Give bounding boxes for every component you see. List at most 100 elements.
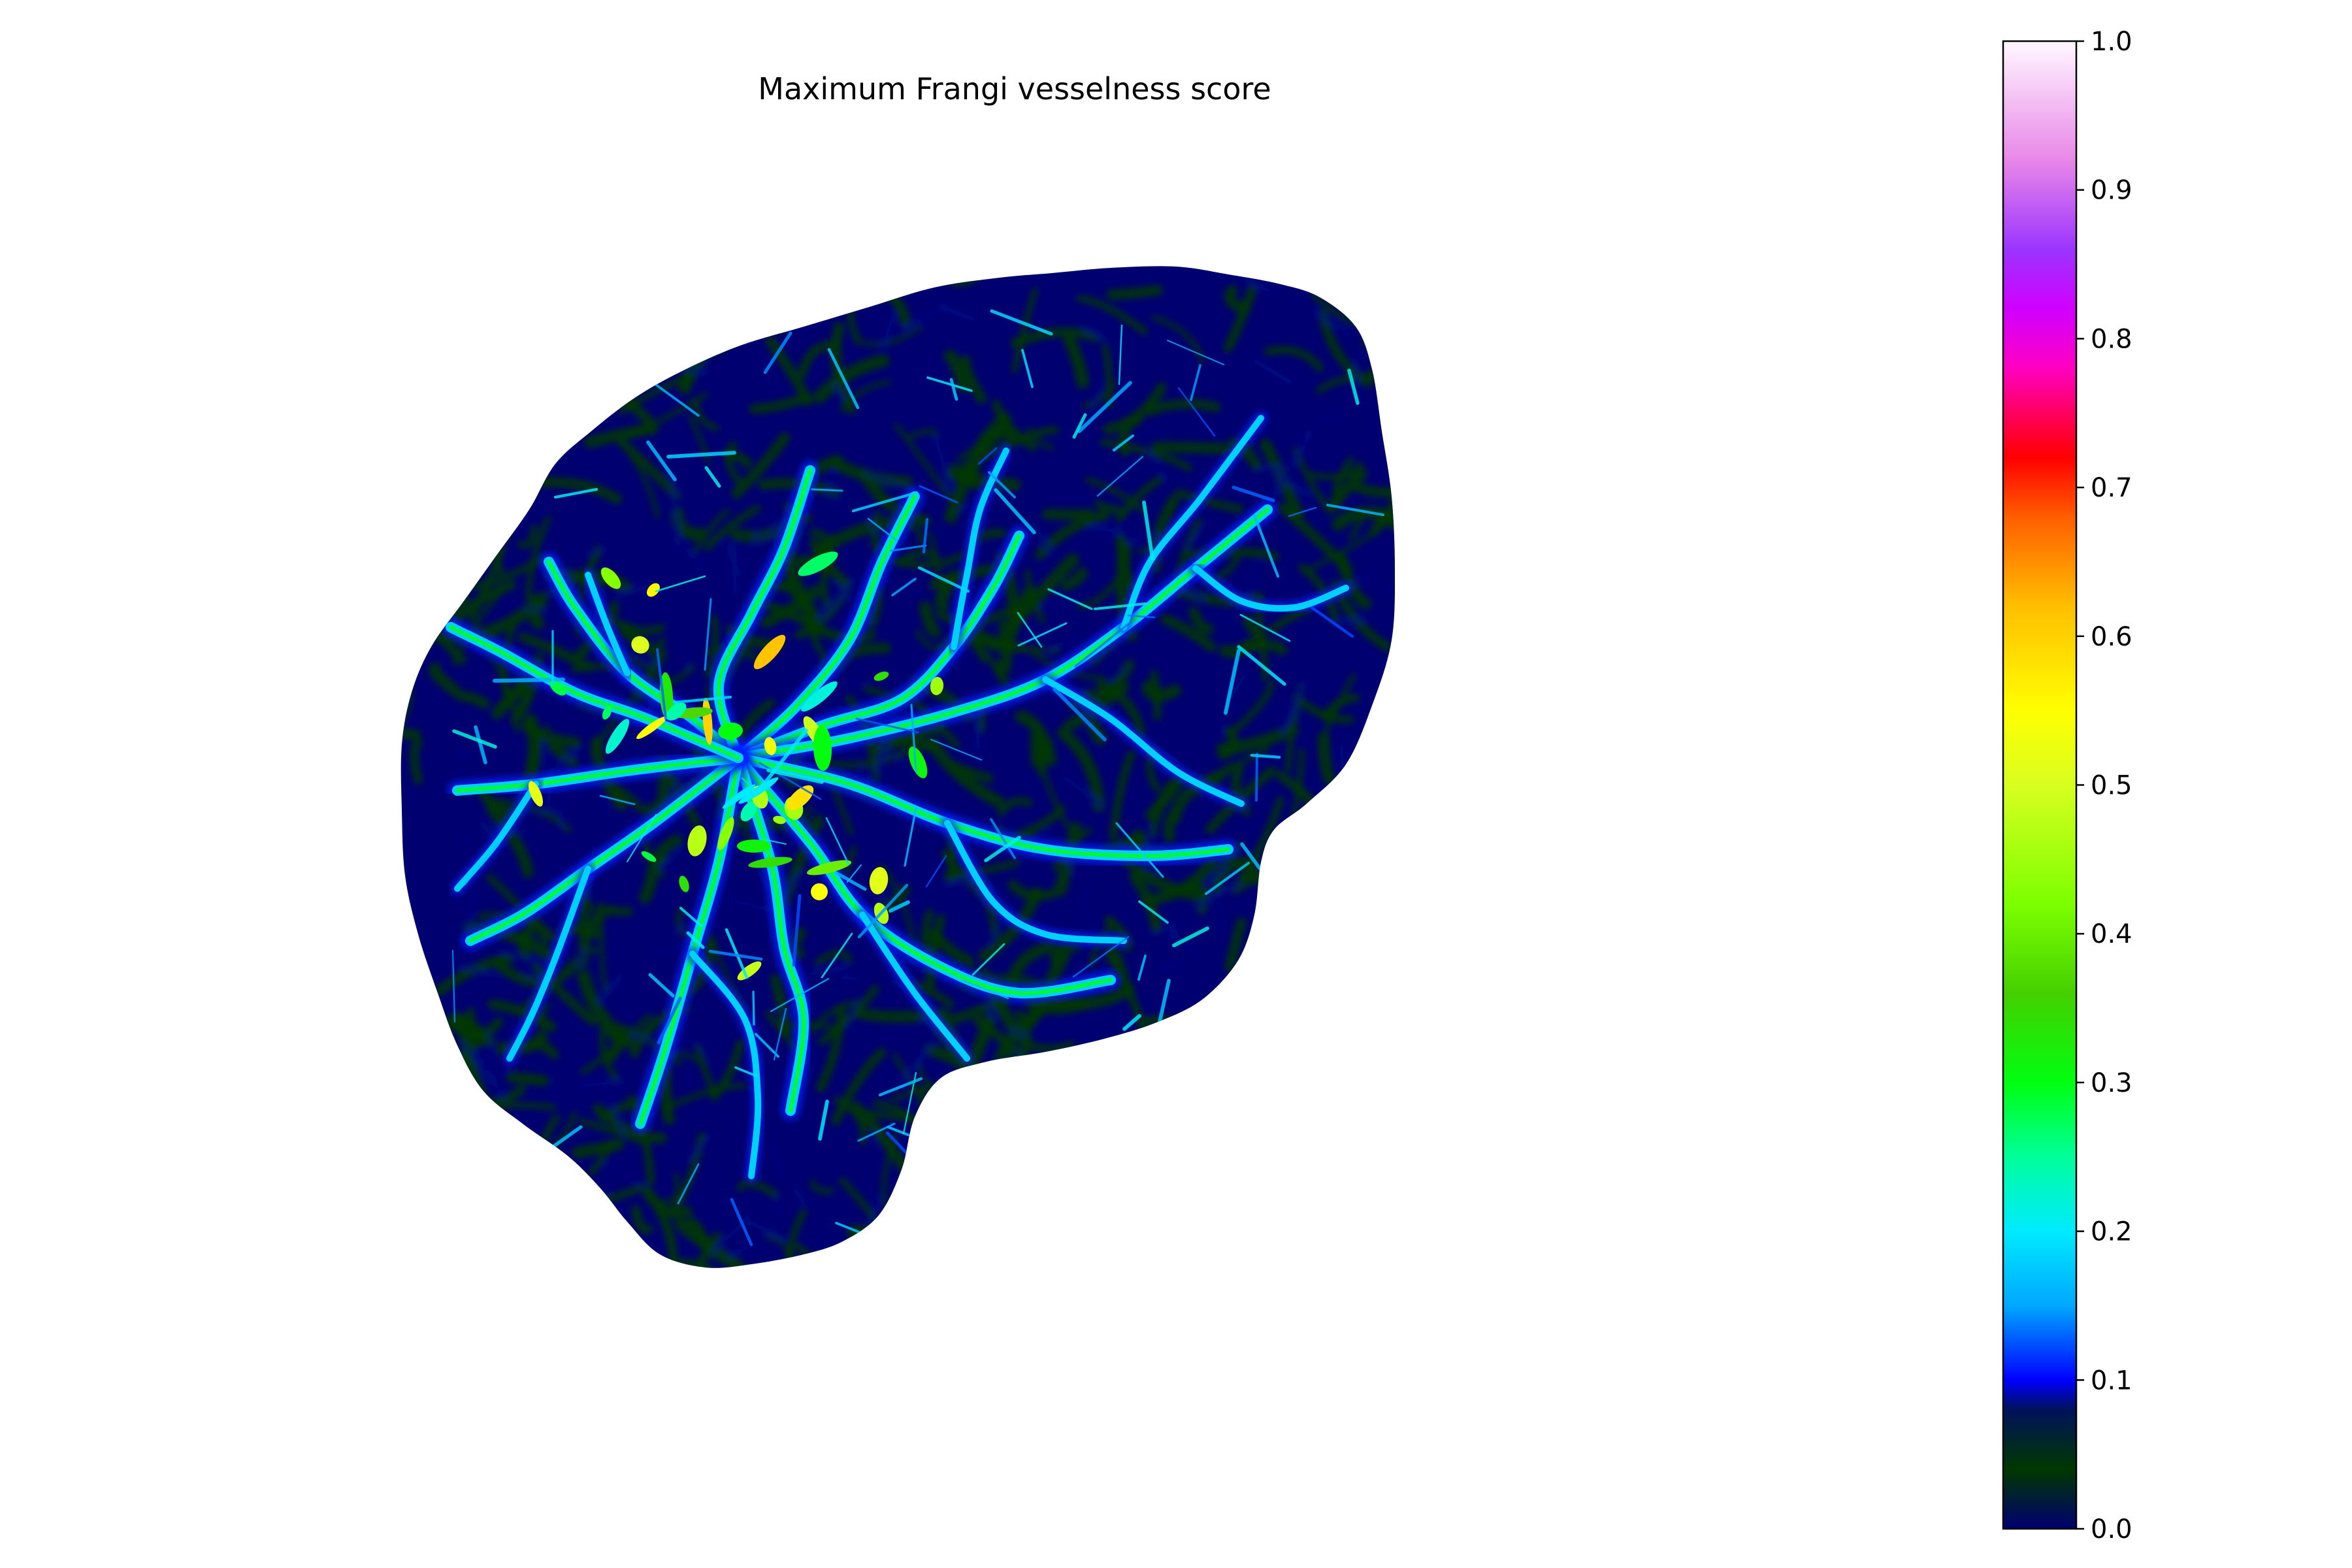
texture-streak <box>1287 948 1331 1022</box>
texture-fleck <box>919 1271 952 1289</box>
texture-streak <box>1142 1015 1200 1044</box>
colorbar-tick-label: 0.4 <box>2091 919 2132 949</box>
texture-streak <box>431 1193 450 1243</box>
capillary-streak <box>1250 753 1281 759</box>
texture-fleck <box>1284 1050 1312 1079</box>
texture-fleck <box>508 369 540 376</box>
texture-fleck <box>1216 900 1222 934</box>
texture-fleck <box>1343 1112 1366 1128</box>
texture-fleck <box>455 752 474 760</box>
texture-fleck <box>931 1180 953 1186</box>
texture-streak <box>1345 917 1392 983</box>
texture-streak <box>980 1206 1013 1231</box>
texture-streak <box>969 1085 1052 1109</box>
texture-streak <box>588 323 627 406</box>
texture-fleck <box>414 1166 424 1190</box>
capillary-streak <box>593 318 633 374</box>
capillary-streak <box>1255 753 1258 802</box>
texture-fleck <box>1031 1083 1081 1111</box>
capillary-streak <box>506 380 530 414</box>
texture-streak <box>1018 1119 1088 1183</box>
texture-streak <box>400 621 414 691</box>
texture-fleck <box>1248 991 1271 1004</box>
texture-fleck <box>1330 897 1341 933</box>
texture-fleck <box>1356 772 1396 810</box>
texture-streak <box>562 1252 576 1268</box>
texture-fleck <box>1116 1040 1125 1058</box>
capillary-streak <box>1198 1171 1222 1198</box>
texture-streak <box>916 1162 945 1216</box>
capillary-streak <box>811 488 843 492</box>
texture-streak <box>1105 1183 1164 1203</box>
texture-fleck <box>1339 744 1347 796</box>
texture-streak <box>437 1186 468 1228</box>
capillary-streak <box>549 379 587 426</box>
capillary-streak <box>442 534 472 555</box>
colorbar-strip <box>2003 41 2076 1529</box>
texture-streak <box>762 280 785 335</box>
texture-streak <box>425 449 457 490</box>
texture-streak <box>1256 266 1294 276</box>
capillary-streak <box>540 328 578 337</box>
texture-streak <box>492 531 504 576</box>
texture-streak <box>514 325 546 423</box>
texture-streak <box>455 500 511 540</box>
texture-streak <box>1247 1149 1293 1184</box>
capillary-streak <box>926 1171 978 1220</box>
texture-streak <box>977 1238 1026 1268</box>
texture-streak <box>408 592 422 631</box>
colorbar-tick-label: 0.5 <box>2091 771 2132 801</box>
capillary-streak <box>463 505 476 571</box>
texture-fleck <box>1171 1083 1218 1097</box>
texture-fleck <box>1006 1124 1028 1142</box>
texture-streak <box>1235 1085 1254 1162</box>
colorbar-tick-label: 0.9 <box>2091 176 2132 206</box>
texture-streak <box>1002 1046 1029 1127</box>
texture-streak <box>927 1218 955 1244</box>
colorbar-ticks: 0.0 0.1 0.2 0.3 0.4 0.5 0.6 0.7 0.8 0.9 1.0 <box>2076 27 2132 1544</box>
texture-streak <box>1017 1165 1079 1239</box>
texture-streak <box>951 1198 970 1268</box>
texture-streak <box>1278 1010 1362 1022</box>
figure-canvas: Maximum Frangi vesselness score 0.00.10.… <box>400 27 2132 1544</box>
capillary-streak <box>1102 1148 1109 1203</box>
texture-streak <box>1392 1224 1396 1241</box>
capillary-streak <box>498 431 546 478</box>
capillary-streak <box>752 990 755 1026</box>
capillary-streak <box>1045 1096 1081 1151</box>
texture-streak <box>404 493 459 519</box>
texture-fleck <box>612 1235 647 1252</box>
texture-fleck <box>867 1221 898 1228</box>
texture-streak <box>1143 1185 1168 1243</box>
texture-fleck <box>1133 1236 1175 1250</box>
texture-fleck <box>979 1139 992 1153</box>
texture-fleck <box>1223 1059 1232 1100</box>
texture-fleck <box>1256 1105 1301 1135</box>
texture-fleck <box>576 1222 593 1254</box>
texture-streak <box>1211 1081 1299 1107</box>
capillary-streak <box>528 344 565 364</box>
texture-streak <box>1371 1168 1396 1230</box>
texture-streak <box>746 287 757 318</box>
texture-streak <box>400 1031 432 1068</box>
texture-streak <box>559 289 606 384</box>
colorbar-tick-label: 0.1 <box>2091 1365 2132 1396</box>
texture-streak <box>410 738 423 785</box>
texture-streak <box>407 1134 465 1177</box>
texture-streak <box>460 1169 482 1206</box>
texture-streak <box>499 1176 540 1209</box>
texture-fleck <box>506 1182 512 1205</box>
texture-fleck <box>839 975 860 981</box>
texture-fleck <box>1053 1082 1060 1130</box>
texture-streak <box>513 1217 604 1249</box>
texture-streak <box>1341 772 1358 859</box>
texture-streak <box>481 1202 491 1248</box>
texture-streak <box>1339 1152 1396 1171</box>
texture-streak <box>1361 318 1396 346</box>
texture-streak <box>414 1272 433 1338</box>
texture-streak <box>432 333 485 378</box>
texture-fleck <box>973 1102 1022 1122</box>
texture-fleck <box>576 336 591 350</box>
texture-streak <box>400 333 463 350</box>
texture-streak <box>525 1228 542 1250</box>
